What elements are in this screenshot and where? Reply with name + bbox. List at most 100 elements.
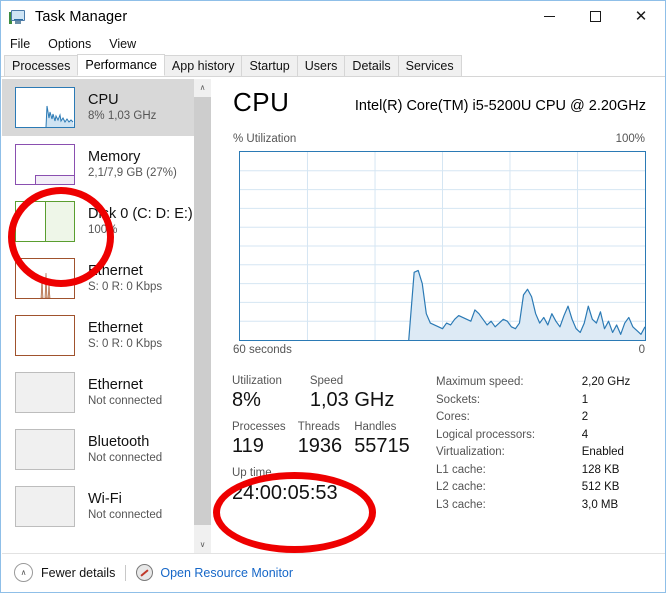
- spec-value: 2: [581, 411, 589, 424]
- cpu-detail-panel: CPU Intel(R) Core(TM) i5-5200U CPU @ 2.2…: [212, 79, 664, 553]
- sidebar-item-ethernet[interactable]: Ethernet S: 0 R: 0 Kbps: [2, 307, 194, 364]
- sidebar-item-sublabel: 100%: [88, 223, 118, 236]
- graph-x-axis-right: 0: [638, 344, 645, 356]
- sidebar-thumbnail-3: [15, 258, 75, 299]
- spec-key: L3 cache:: [436, 498, 486, 511]
- sidebar-item-bluetooth[interactable]: Bluetooth Not connected: [2, 421, 194, 478]
- graph-x-axis-left: 60 seconds: [233, 344, 292, 356]
- stat-label: Utilization: [232, 375, 282, 387]
- stat-value: 1,03 GHz: [309, 389, 395, 412]
- sidebar-item-label: Bluetooth: [88, 434, 150, 451]
- spec-key: L2 cache:: [436, 481, 486, 494]
- sidebar-item-sublabel: Not connected: [88, 508, 163, 521]
- maximize-button[interactable]: [572, 1, 618, 32]
- fewer-details-button[interactable]: Fewer details: [41, 566, 115, 580]
- spec-value: 4: [581, 428, 589, 441]
- cpu-utilization-graph[interactable]: [239, 151, 646, 341]
- spec-value: 2,20 GHz: [581, 376, 631, 388]
- stat-up-time: Up time 24:00:05:53: [232, 467, 338, 504]
- sidebar-thumbnail-0: [15, 87, 75, 128]
- resource-monitor-icon[interactable]: [136, 564, 154, 581]
- spec-value: 3,0 MB: [581, 498, 619, 511]
- stat-row: Up time 24:00:05:53: [232, 467, 432, 504]
- sidebar-item-label: Memory: [88, 149, 141, 166]
- stat-value: 119: [232, 435, 264, 458]
- sidebar-thumbnail-6: [15, 429, 75, 470]
- spec-value: 1: [581, 393, 589, 406]
- spec-key: Sockets:: [436, 393, 481, 406]
- sidebar-item-text: Ethernet Not connected: [88, 377, 162, 407]
- sidebar-item-label: Disk 0 (C: D: E:): [88, 206, 193, 223]
- sidebar-item-text: Bluetooth Not connected: [88, 434, 162, 464]
- sidebar-item-disk-0-c-d-e[interactable]: Disk 0 (C: D: E:) 100%: [2, 193, 194, 250]
- minimize-button[interactable]: [526, 1, 572, 32]
- resource-sidebar[interactable]: CPU 8% 1,03 GHz Memory 2,1/7,9 GB (27%) Disk…: [2, 79, 194, 553]
- stat-value: 8%: [232, 389, 261, 412]
- menu-item-file[interactable]: File: [1, 37, 39, 51]
- scrollbar-thumb[interactable]: [194, 97, 211, 525]
- stat-processes: Processes 119: [232, 421, 286, 458]
- spec-row: Maximum speed: 2,20 GHz: [436, 375, 652, 393]
- sidebar-item-text: Memory 2,1/7,9 GB (27%): [88, 149, 177, 179]
- menu-item-options[interactable]: Options: [39, 37, 100, 51]
- chevron-up-icon[interactable]: ∧: [14, 563, 33, 582]
- sidebar-thumbnail-2: [15, 201, 75, 242]
- spec-key: L1 cache:: [436, 463, 486, 476]
- sidebar-thumbnail-1: [15, 144, 75, 185]
- stat-utilization: Utilization 8%: [232, 375, 282, 412]
- stat-value: 55715: [354, 435, 410, 458]
- sidebar-item-label: Ethernet: [88, 377, 143, 394]
- spec-value: 128 KB: [581, 463, 620, 476]
- stat-threads: Threads 1936: [298, 421, 343, 458]
- sidebar-thumbnail-4: [15, 315, 75, 356]
- tab-users[interactable]: Users: [296, 55, 346, 76]
- spec-row: L1 cache: 128 KB: [436, 463, 652, 481]
- tab-processes[interactable]: Processes: [4, 55, 79, 76]
- sidebar-item-sublabel: S: 0 R: 0 Kbps: [88, 280, 163, 293]
- sidebar-item-ethernet[interactable]: Ethernet S: 0 R: 0 Kbps: [2, 250, 194, 307]
- spec-row: L3 cache: 3,0 MB: [436, 498, 652, 516]
- status-separator: [125, 564, 127, 581]
- stat-row: Processes 119 Threads 1936 Handles 55715: [232, 421, 432, 458]
- menu-item-view[interactable]: View: [100, 37, 145, 51]
- sidebar-item-sublabel: Not connected: [88, 394, 163, 407]
- sidebar-item-sublabel: Not connected: [88, 451, 163, 464]
- sidebar-item-text: CPU 8% 1,03 GHz: [88, 92, 156, 122]
- tab-app-history[interactable]: App history: [163, 55, 243, 76]
- spec-value: Enabled: [581, 446, 624, 459]
- cpu-model-label: Intel(R) Core(TM) i5-5200U CPU @ 2.20GHz: [354, 98, 646, 114]
- tab-services[interactable]: Services: [397, 55, 462, 76]
- sidebar-item-cpu[interactable]: CPU 8% 1,03 GHz: [2, 79, 194, 136]
- scroll-down-icon[interactable]: ∨: [194, 536, 211, 553]
- stat-label: Speed: [309, 375, 344, 387]
- sidebar-thumbnail-7: [15, 486, 75, 527]
- open-resource-monitor-link[interactable]: Open Resource Monitor: [160, 566, 293, 580]
- sidebar-item-sublabel: S: 0 R: 0 Kbps: [88, 337, 163, 350]
- sidebar-scrollbar[interactable]: ∧ ∨: [194, 79, 211, 553]
- tab-details[interactable]: Details: [344, 55, 399, 76]
- scroll-up-icon[interactable]: ∧: [194, 79, 211, 96]
- menu-bar: File Options View: [1, 33, 665, 55]
- cpu-secondary-stats: Maximum speed: 2,20 GHz Sockets: 1 Cores: 2 Lo…: [436, 375, 652, 516]
- sidebar-item-text: Ethernet S: 0 R: 0 Kbps: [88, 263, 162, 293]
- stat-label: Handles: [354, 421, 397, 434]
- stat-handles: Handles 55715: [354, 421, 410, 458]
- tab-performance[interactable]: Performance: [77, 54, 165, 76]
- cpu-primary-stats: Utilization 8% Speed 1,03 GHz Processes 119 Th…: [232, 375, 432, 514]
- sidebar-item-wi-fi[interactable]: Wi-Fi Not connected: [2, 478, 194, 535]
- spec-row: Virtualization: Enabled: [436, 445, 652, 463]
- status-bar: ∧ Fewer details Open Resource Monitor: [2, 553, 665, 591]
- task-manager-icon: [8, 8, 26, 26]
- spec-row: Cores: 2: [436, 410, 652, 428]
- spec-key: Maximum speed:: [436, 376, 524, 388]
- stat-value: 1936: [297, 435, 343, 458]
- sidebar-thumbnail-5: [15, 372, 75, 413]
- stat-speed: Speed 1,03 GHz: [310, 375, 394, 412]
- sidebar-item-ethernet[interactable]: Ethernet Not connected: [2, 364, 194, 421]
- sidebar-item-label: Wi-Fi: [88, 491, 122, 508]
- graph-y-axis-label: % Utilization: [233, 133, 297, 145]
- tab-startup[interactable]: Startup: [241, 55, 298, 76]
- sidebar-item-memory[interactable]: Memory 2,1/7,9 GB (27%): [2, 136, 194, 193]
- sidebar-item-text: Disk 0 (C: D: E:) 100%: [88, 206, 193, 236]
- close-button[interactable]: ✕: [618, 1, 664, 32]
